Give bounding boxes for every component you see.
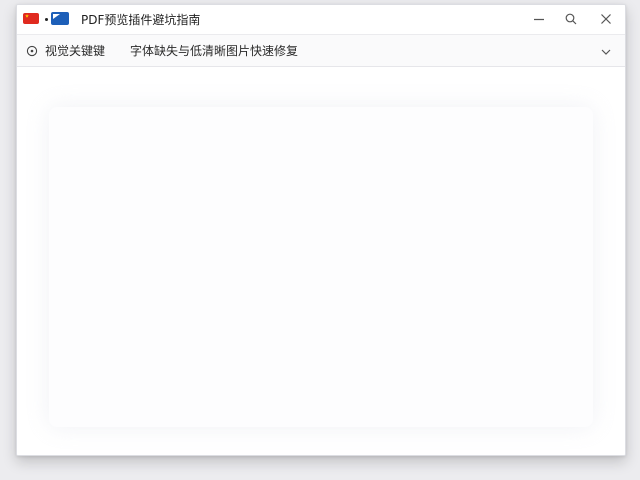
tab-label-primary[interactable]: 视觉关键键 xyxy=(45,43,105,59)
dot-icon xyxy=(45,18,48,21)
close-button[interactable] xyxy=(592,8,620,30)
search-icon xyxy=(565,13,577,25)
target-icon xyxy=(26,45,38,57)
minimize-button[interactable] xyxy=(525,8,553,30)
flag-blue-icon xyxy=(51,12,69,25)
minimize-icon xyxy=(534,18,544,21)
title-bar: PDF预览插件避坑指南 xyxy=(17,5,625,34)
close-icon xyxy=(601,14,611,24)
app-window: PDF预览插件避坑指南 视觉关键键 字体缺失与低清晰图片快速修复 xyxy=(16,4,626,456)
flag-star xyxy=(25,14,29,18)
chevron-down-icon[interactable] xyxy=(600,46,612,58)
flag-cn-icon xyxy=(23,13,39,24)
tab-label-secondary[interactable]: 字体缺失与低清晰图片快速修复 xyxy=(130,43,298,59)
preview-panel xyxy=(49,107,593,427)
tab-bar[interactable]: 视觉关键键 字体缺失与低清晰图片快速修复 xyxy=(17,34,625,67)
content-area xyxy=(17,67,625,455)
window-title: PDF预览插件避坑指南 xyxy=(81,13,201,27)
search-button[interactable] xyxy=(557,8,585,30)
